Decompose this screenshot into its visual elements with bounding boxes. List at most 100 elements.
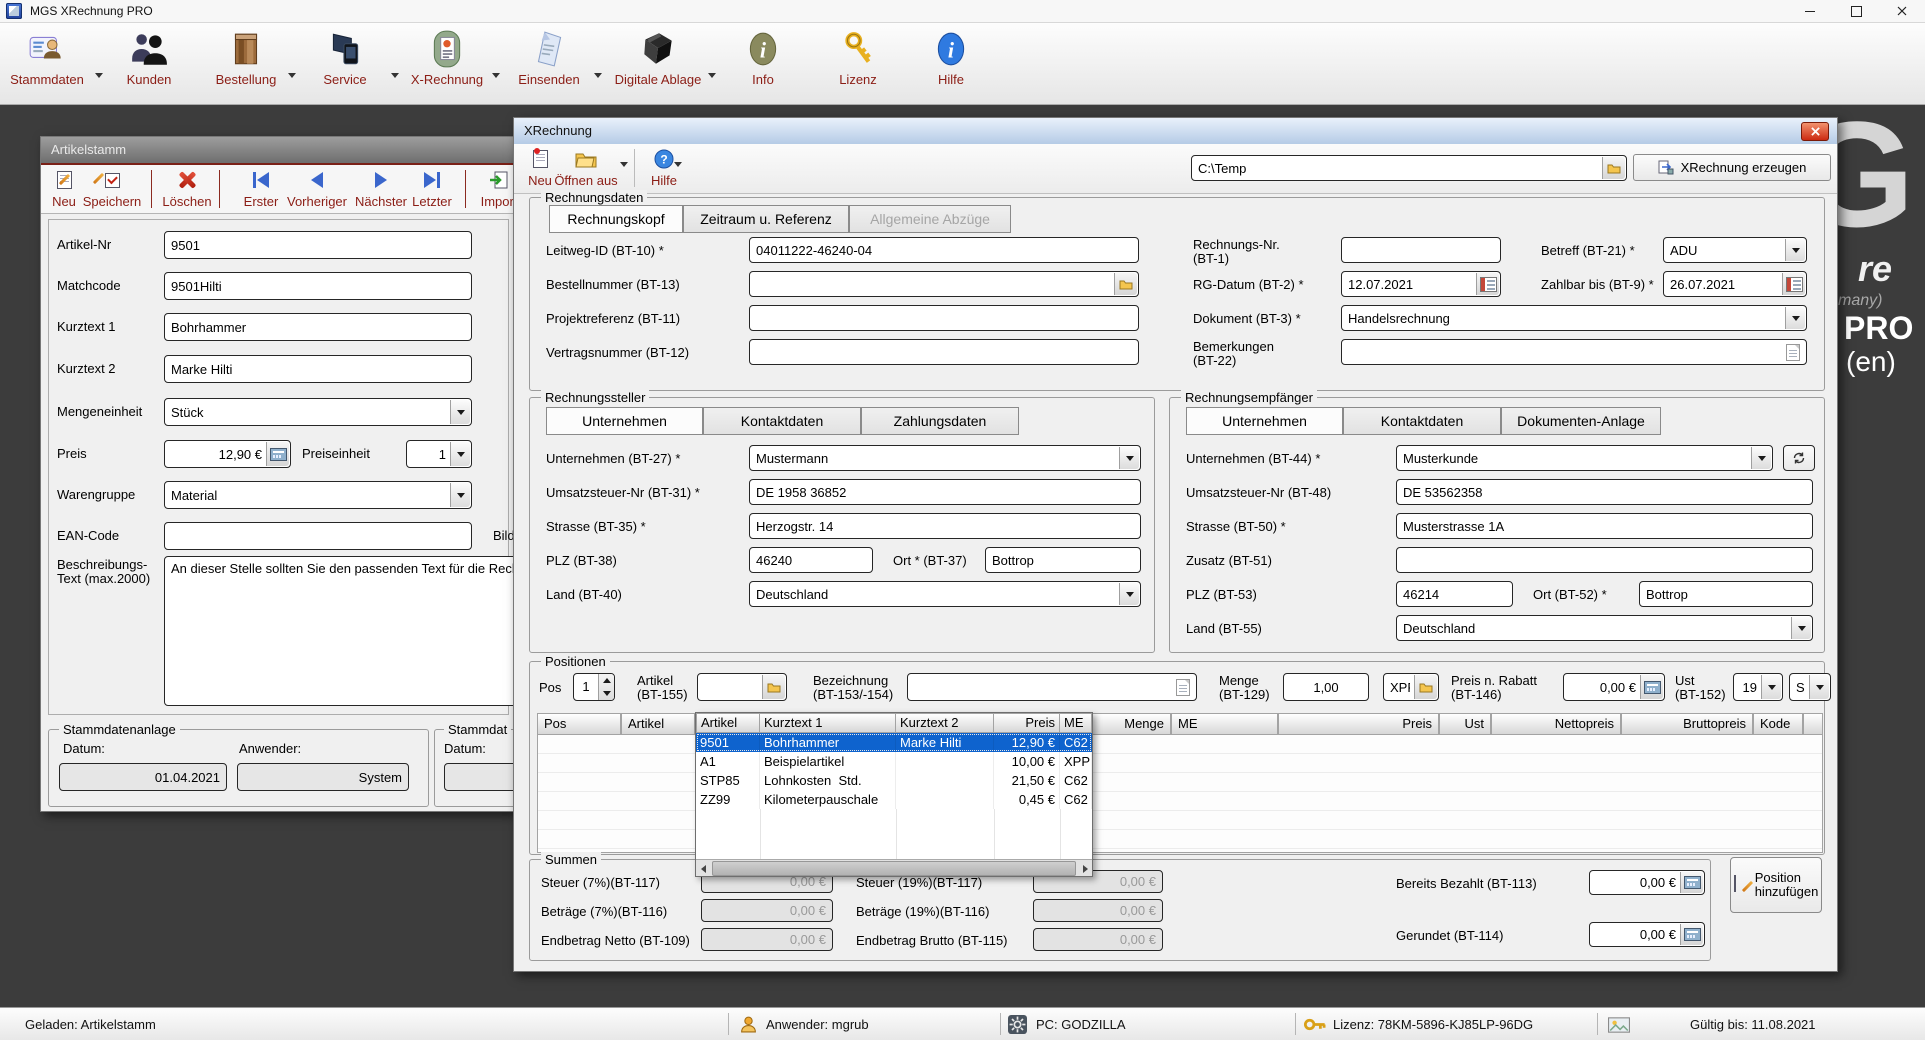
oeffnen-aus-button[interactable]: Öffnen aus xyxy=(550,148,622,188)
tab-rechnungskopf[interactable]: Rechnungskopf xyxy=(549,205,683,233)
bestellung-dropdown-arrow[interactable] xyxy=(288,73,296,78)
close-button[interactable] xyxy=(1879,0,1925,22)
calculator-icon[interactable] xyxy=(266,442,289,466)
pos-stepper[interactable]: 1 xyxy=(573,673,615,701)
steuer-kennzeichen-combobox[interactable]: S xyxy=(1789,673,1831,701)
popup-header-kurztext1[interactable]: Kurztext 1 xyxy=(760,713,896,733)
menge-field[interactable]: 1,00 xyxy=(1283,673,1369,701)
scroll-right-icon[interactable] xyxy=(1078,864,1092,873)
chevron-down-icon[interactable] xyxy=(1791,617,1811,639)
chevron-down-icon[interactable] xyxy=(1785,307,1805,329)
zahlbar-bis-field[interactable]: 26.07.2021 xyxy=(1663,271,1807,297)
grid-header-preis[interactable]: Preis xyxy=(1278,713,1439,735)
bereits-bezahlt-field[interactable]: 0,00 € xyxy=(1589,870,1705,895)
toolbar-item-digitale-ablage[interactable]: Digitale Ablage xyxy=(603,28,713,87)
oeffnen-dropdown-arrow[interactable] xyxy=(620,162,628,167)
mengeneinheit-combobox[interactable]: Stück xyxy=(164,398,472,426)
popup-header-artikel[interactable]: Artikel xyxy=(696,713,760,733)
maximize-button[interactable] xyxy=(1833,0,1879,22)
kurztext1-field[interactable]: Bohrhammer xyxy=(164,313,472,341)
service-dropdown-arrow[interactable] xyxy=(391,73,399,78)
toolbar-item-kunden[interactable]: Kunden xyxy=(94,28,204,87)
bestellnummer-field[interactable] xyxy=(749,271,1139,297)
erster-button[interactable]: Erster xyxy=(236,169,286,209)
empfaenger-unternehmen-combobox[interactable]: Musterkunde xyxy=(1396,445,1773,471)
digitale-ablage-dropdown-arrow[interactable] xyxy=(708,73,716,78)
spin-down-icon[interactable] xyxy=(599,687,614,700)
empfaenger-ort-field[interactable]: Bottrop xyxy=(1639,581,1813,607)
steller-ust-field[interactable]: DE 1958 36852 xyxy=(749,479,1141,505)
toolbar-item-hilfe[interactable]: i Hilfe xyxy=(896,28,1006,87)
grid-header-me[interactable]: ME xyxy=(1171,713,1278,735)
folder-icon[interactable] xyxy=(1114,273,1137,295)
spin-up-icon[interactable] xyxy=(599,674,614,687)
artikel-nr-field[interactable]: 9501 xyxy=(164,231,472,259)
ust-combobox[interactable]: 19 xyxy=(1733,673,1783,701)
folder-icon[interactable] xyxy=(1414,675,1437,699)
steller-strasse-field[interactable]: Herzogstr. 14 xyxy=(749,513,1141,539)
grid-header-bruttopreis[interactable]: Bruttopreis xyxy=(1621,713,1753,735)
scroll-left-icon[interactable] xyxy=(696,864,710,873)
artikelstamm-titlebar[interactable]: Artikelstamm xyxy=(41,137,514,165)
toolbar-item-bestellung[interactable]: Bestellung xyxy=(191,28,301,87)
hilfe-dropdown-arrow[interactable] xyxy=(674,162,682,167)
calendar-icon[interactable] xyxy=(1476,273,1499,295)
tab-zeitraum-referenz[interactable]: Zeitraum u. Referenz xyxy=(683,205,849,233)
x-rechnung-dropdown-arrow[interactable] xyxy=(492,73,500,78)
rechnungsnr-field[interactable] xyxy=(1341,237,1501,263)
loeschen-button[interactable]: Löschen xyxy=(157,169,217,209)
empfaenger-tab-dokumenten-anlage[interactable]: Dokumenten-Anlage xyxy=(1501,407,1661,435)
empfaenger-land-combobox[interactable]: Deutschland xyxy=(1396,615,1813,641)
xr-hilfe-button[interactable]: ? Hilfe xyxy=(640,148,688,188)
chevron-down-icon[interactable] xyxy=(1761,675,1781,699)
refresh-button[interactable] xyxy=(1783,445,1815,471)
stammdaten-dropdown-arrow[interactable] xyxy=(95,73,103,78)
toolbar-item-einsenden[interactable]: Einsenden xyxy=(494,28,604,87)
vorheriger-button[interactable]: Vorheriger xyxy=(282,169,352,209)
preiseinheit-combobox[interactable]: 1 xyxy=(406,440,472,468)
toolbar-item-xrechnung[interactable]: X-Rechnung xyxy=(392,28,502,87)
steller-ort-field[interactable]: Bottrop xyxy=(985,547,1141,573)
grid-header-kode[interactable]: Kode xyxy=(1753,713,1803,735)
artikel-list-item[interactable]: STP85 Lohnkosten Std. 21,50 € C62 xyxy=(696,771,1092,790)
leitweg-id-field[interactable]: 04011222-46240-04 xyxy=(749,237,1139,263)
matchcode-field[interactable]: 9501Hilti xyxy=(164,272,472,300)
popup-horizontal-scrollbar[interactable] xyxy=(696,859,1092,876)
xrechnung-close-button[interactable] xyxy=(1801,122,1829,141)
import-button[interactable]: Import xyxy=(471,169,514,209)
empfaenger-plz-field[interactable]: 46214 xyxy=(1396,581,1513,607)
calculator-icon[interactable] xyxy=(1680,872,1703,893)
einheit-field[interactable]: XPP xyxy=(1383,673,1439,701)
artikel-lookup-field[interactable] xyxy=(697,673,787,701)
position-hinzufuegen-button[interactable]: Position hinzufügen xyxy=(1730,857,1822,913)
empfaenger-strasse-field[interactable]: Musterstrasse 1A xyxy=(1396,513,1813,539)
chevron-down-icon[interactable] xyxy=(1119,583,1139,605)
projektreferenz-field[interactable] xyxy=(749,305,1139,331)
bezeichnung-field[interactable] xyxy=(907,673,1197,701)
grid-header-pos[interactable]: Pos xyxy=(537,713,621,735)
einsenden-dropdown-arrow[interactable] xyxy=(594,73,602,78)
chevron-down-icon[interactable] xyxy=(1751,447,1771,469)
steller-land-combobox[interactable]: Deutschland xyxy=(749,581,1141,607)
bemerkungen-field[interactable] xyxy=(1341,339,1807,365)
beschreibung-textarea[interactable]: An dieser Stelle sollten Sie den passend… xyxy=(164,556,514,706)
chevron-down-icon[interactable] xyxy=(450,483,470,507)
kurztext2-field[interactable]: Marke Hilti xyxy=(164,355,472,383)
steller-tab-kontaktdaten[interactable]: Kontaktdaten xyxy=(703,407,861,435)
vertragsnummer-field[interactable] xyxy=(749,339,1139,365)
steller-unternehmen-combobox[interactable]: Mustermann xyxy=(749,445,1141,471)
chevron-down-icon[interactable] xyxy=(1785,239,1805,261)
preis-field[interactable]: 12,90 € xyxy=(164,440,291,468)
toolbar-item-service[interactable]: Service xyxy=(290,28,400,87)
artikel-list-item[interactable]: A1 Beispielartikel 10,00 € XPP xyxy=(696,752,1092,771)
betreff-combobox[interactable]: ADU xyxy=(1663,237,1807,263)
calculator-icon[interactable] xyxy=(1680,924,1703,945)
steller-plz-field[interactable]: 46240 xyxy=(749,547,873,573)
chevron-down-icon[interactable] xyxy=(450,400,470,424)
chevron-down-icon[interactable] xyxy=(1119,447,1139,469)
gerundet-field[interactable]: 0,00 € xyxy=(1589,922,1705,947)
chevron-down-icon[interactable] xyxy=(1809,675,1829,699)
chevron-down-icon[interactable] xyxy=(450,442,470,466)
minimize-button[interactable] xyxy=(1787,0,1833,22)
scrollbar-thumb[interactable] xyxy=(712,861,1076,876)
